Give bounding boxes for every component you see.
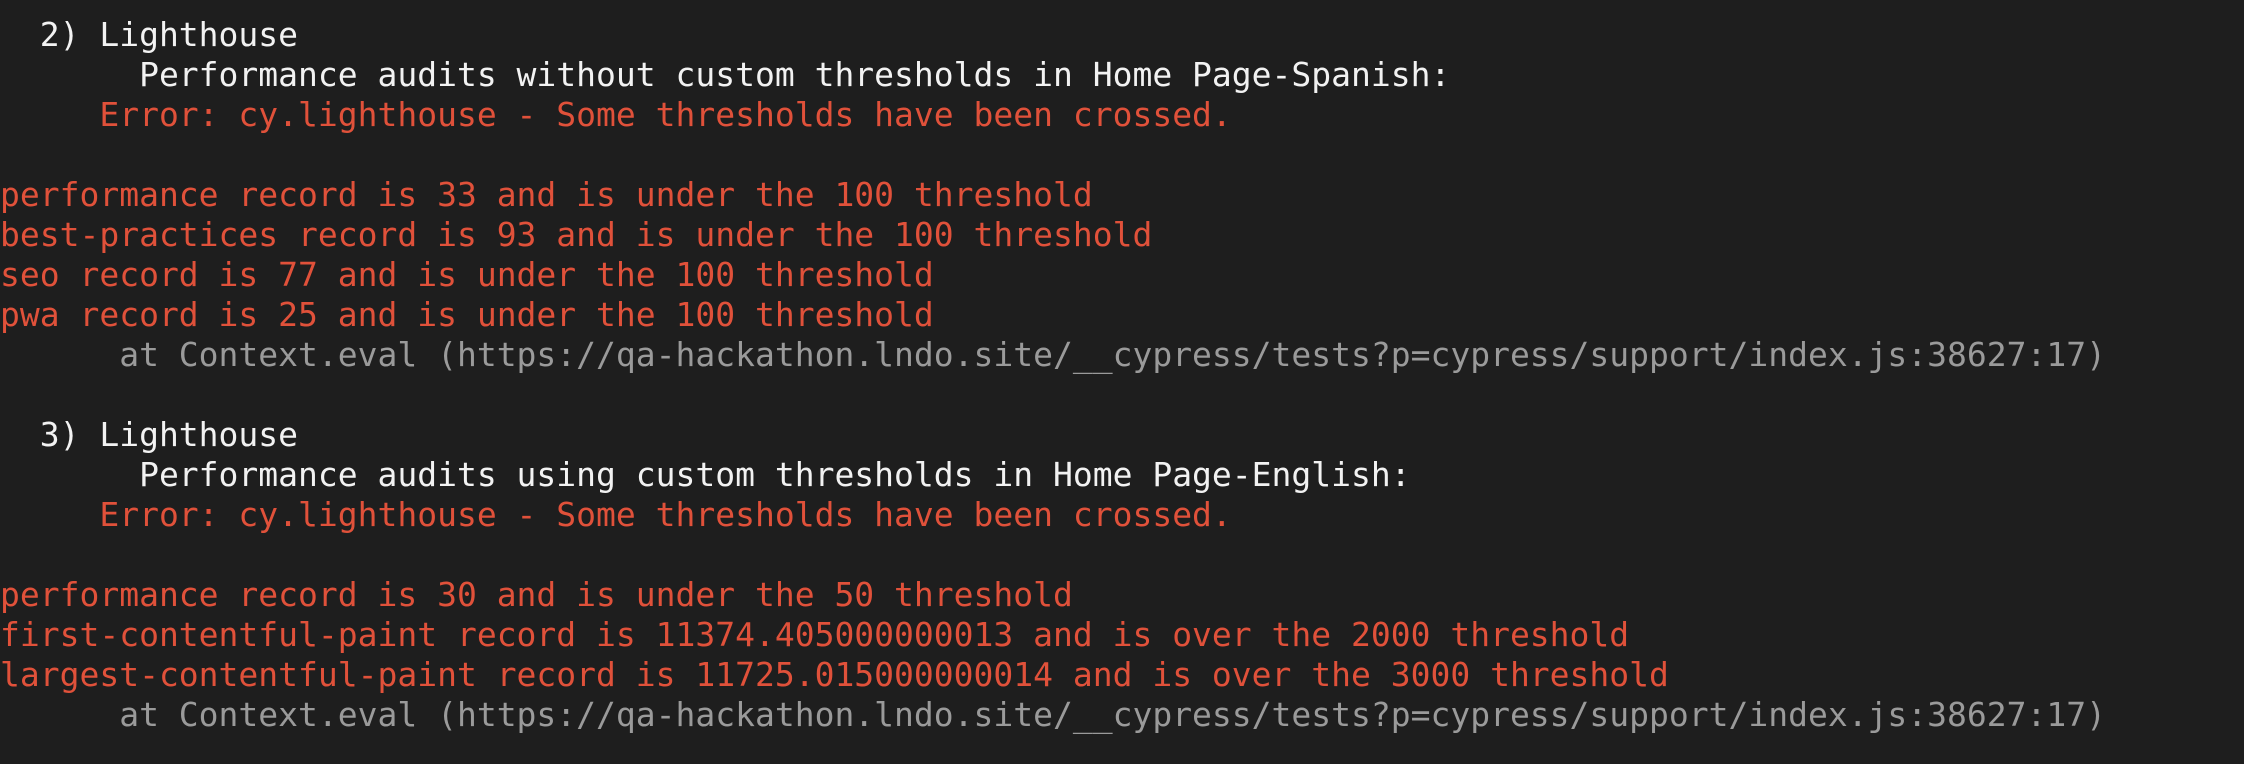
stack-trace: at Context.eval (https://qa-hackathon.ln… (0, 695, 2106, 734)
error-message: Error: cy.lighthouse - Some thresholds h… (0, 495, 1232, 534)
failure-heading: 2) Lighthouse (0, 15, 299, 54)
stack-trace: at Context.eval (https://qa-hackathon.ln… (0, 335, 2106, 374)
threshold-record: performance record is 33 and is under th… (0, 175, 1093, 214)
threshold-record: seo record is 77 and is under the 100 th… (0, 255, 934, 294)
threshold-record: best-practices record is 93 and is under… (0, 215, 1153, 254)
threshold-record: first-contentful-paint record is 11374.4… (0, 615, 1630, 654)
failure-heading: 3) Lighthouse (0, 415, 299, 454)
threshold-record: performance record is 30 and is under th… (0, 575, 1073, 614)
terminal-output: 2) Lighthouse Performance audits without… (0, 0, 2244, 764)
test-name: Performance audits without custom thresh… (0, 55, 1451, 94)
threshold-record: pwa record is 25 and is under the 100 th… (0, 295, 934, 334)
error-message: Error: cy.lighthouse - Some thresholds h… (0, 95, 1232, 134)
threshold-record: largest-contentful-paint record is 11725… (0, 655, 1669, 694)
test-name: Performance audits using custom threshol… (0, 455, 1411, 494)
